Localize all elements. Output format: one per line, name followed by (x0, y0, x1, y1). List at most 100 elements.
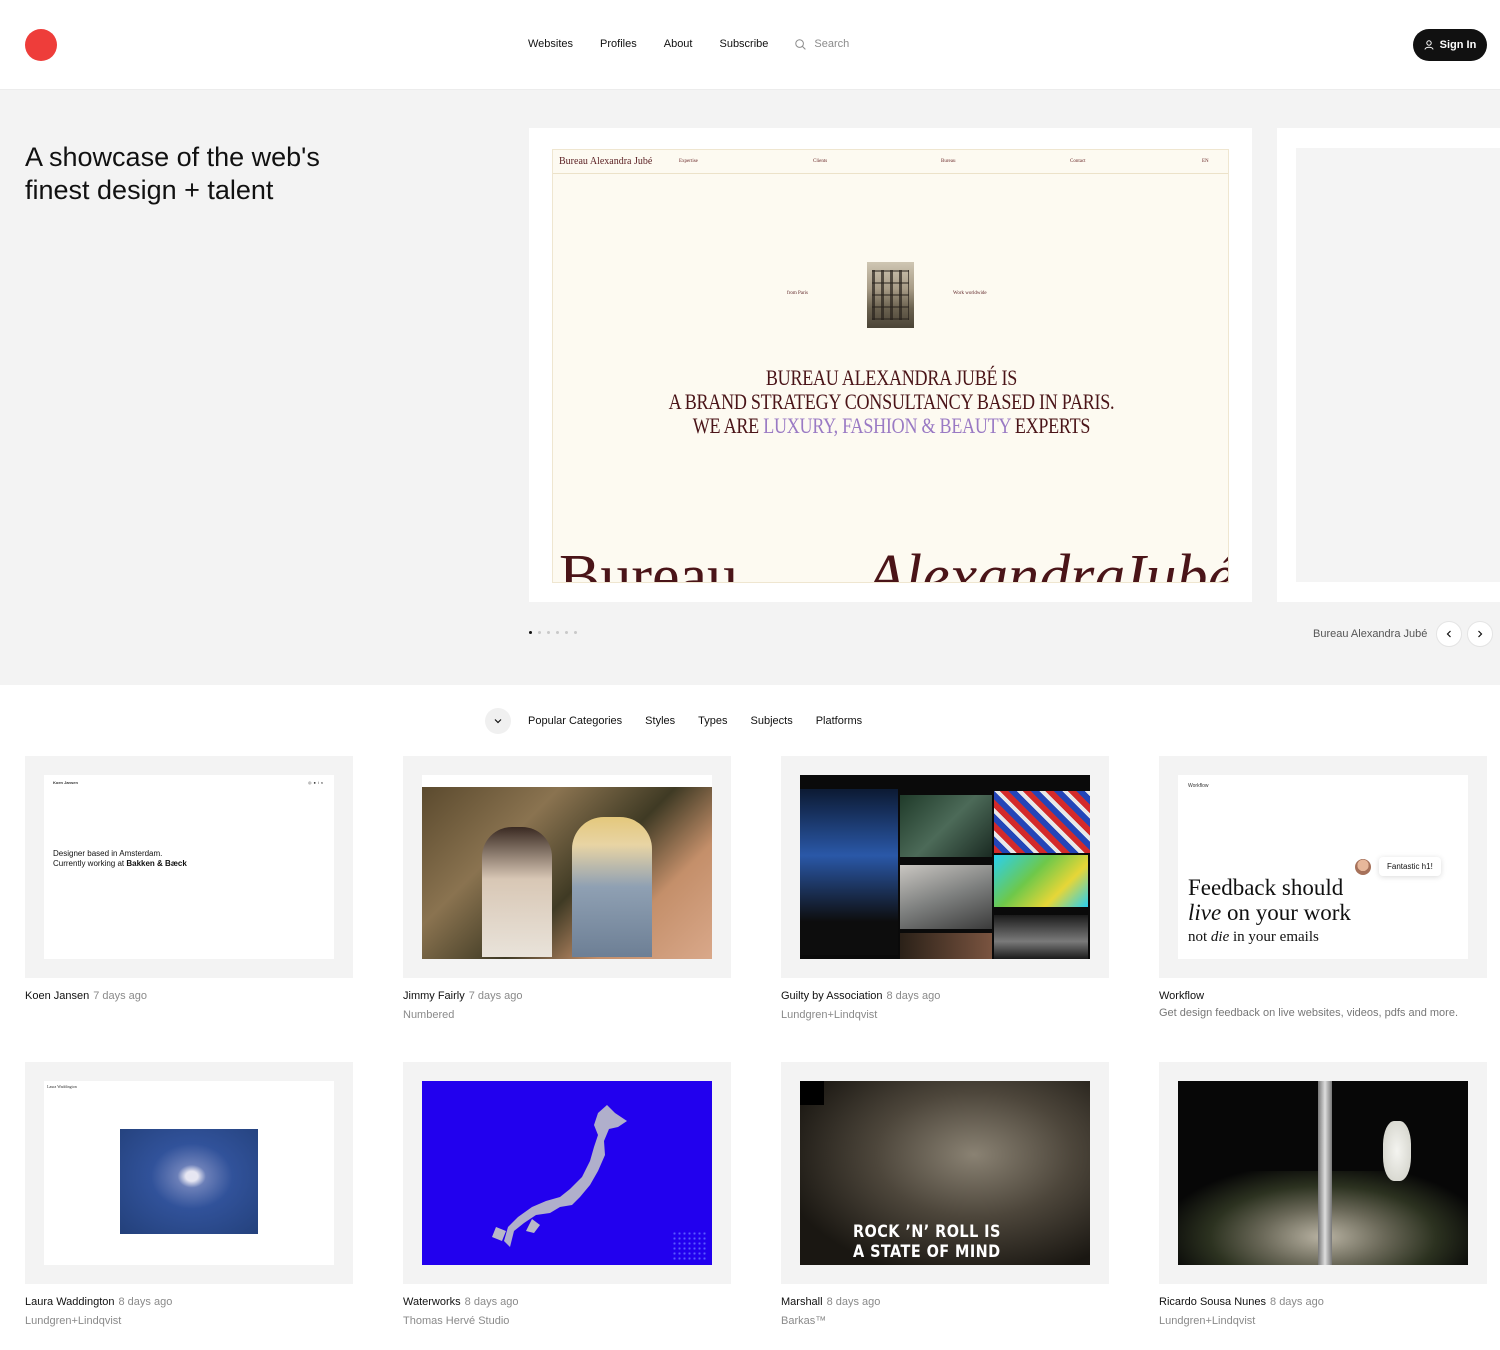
nav-profiles[interactable]: Profiles (600, 38, 637, 50)
featured-nav-item: Expertise (679, 159, 698, 164)
slide-dot[interactable] (574, 631, 577, 634)
featured-nav-item: Clients (813, 159, 828, 164)
collage-photo (994, 791, 1090, 853)
next-slide-button[interactable] (1467, 621, 1493, 647)
card-meta: Guilty by Association 8 days ago Lundgren… (781, 990, 1109, 1021)
wordmark-word: Bureau (559, 543, 739, 583)
site-card[interactable]: Koen Jansen ◎●in Designer based in Amste… (25, 756, 353, 1002)
card-date: 7 days ago (468, 990, 523, 1002)
site-card[interactable]: Workflow Fantastic h1! Feedback should l… (1159, 756, 1487, 1019)
featured-from-label: from Paris (787, 291, 808, 296)
wordmark-word: Jubé (1118, 543, 1229, 583)
search-input[interactable]: Search (795, 38, 849, 50)
social-icons: ◎●in (308, 780, 326, 785)
card-agency[interactable]: Lundgren+Lindqvist (25, 1315, 353, 1327)
card-agency[interactable]: Numbered (403, 1009, 731, 1021)
collage-photo (900, 795, 992, 857)
model-figure (572, 817, 652, 957)
card-title[interactable]: Workflow (1159, 990, 1204, 1002)
next-slide-preview[interactable] (1277, 128, 1500, 602)
collage-photo (800, 789, 898, 955)
filter-toggle-button[interactable] (485, 708, 511, 734)
filter-types[interactable]: Types (698, 715, 727, 727)
still-life-column (1318, 1081, 1332, 1265)
headline-text: on your work (1221, 900, 1351, 925)
featured-nav-item: EN (1202, 159, 1209, 164)
site-logo[interactable] (25, 29, 57, 61)
card-thumbnail[interactable] (781, 756, 1109, 978)
featured-slide[interactable]: Bureau Alexandra Jubé Expertise Clients … (529, 128, 1252, 602)
site-card[interactable]: Guilty by Association 8 days ago Lundgren… (781, 756, 1109, 1021)
filter-styles[interactable]: Styles (645, 715, 675, 727)
card-title[interactable]: Waterworks (403, 1296, 461, 1308)
slide-dot[interactable] (529, 631, 532, 634)
collage-photo (994, 915, 1088, 959)
card-date: 7 days ago (93, 990, 148, 1002)
card-thumbnail[interactable]: Workflow Fantastic h1! Feedback should l… (1159, 756, 1487, 978)
card-agency[interactable]: Thomas Hervé Studio (403, 1315, 731, 1327)
koen-bio: Designer based in Amsterdam. Currently w… (53, 849, 187, 869)
slide-dot[interactable] (556, 631, 559, 634)
card-title[interactable]: Guilty by Association (781, 990, 883, 1002)
slide-dot[interactable] (538, 631, 541, 634)
filter-popular-categories[interactable]: Popular Categories (528, 715, 622, 727)
card-meta: Marshall 8 days ago Barkas™ (781, 1296, 1109, 1327)
eyewear-photo (422, 787, 712, 959)
ricardo-sousa-nunes-screenshot (1178, 1081, 1468, 1265)
bio-text: Currently working at (53, 859, 127, 868)
category-filters: Popular Categories Styles Types Subjects… (485, 708, 885, 734)
card-title[interactable]: Laura Waddington (25, 1296, 115, 1308)
still-life-flower (1383, 1121, 1411, 1181)
user-icon (1424, 40, 1434, 50)
card-thumbnail[interactable] (1159, 1062, 1487, 1284)
nav-about[interactable]: About (664, 38, 693, 50)
site-header: Websites Profiles About Subscribe Search… (0, 0, 1500, 90)
guilty-by-association-screenshot (800, 775, 1090, 959)
card-agency[interactable]: Lundgren+Lindqvist (781, 1009, 1109, 1021)
headline-text: EXPERTS (1010, 413, 1091, 438)
card-thumbnail[interactable] (403, 756, 731, 978)
card-title[interactable]: Jimmy Fairly (403, 990, 465, 1002)
card-thumbnail[interactable]: ROCK ’N’ ROLL IS A STATE OF MIND (781, 1062, 1109, 1284)
site-card[interactable]: ROCK ’N’ ROLL IS A STATE OF MIND Marshal… (781, 1062, 1109, 1327)
search-icon (795, 38, 807, 50)
card-date: 8 days ago (886, 990, 941, 1002)
featured-worldwide-label: Work worldwide (953, 291, 987, 296)
collage-photo (900, 865, 992, 929)
workflow-screenshot: Workflow Fantastic h1! Feedback should l… (1178, 775, 1468, 959)
prev-slide-button[interactable] (1436, 621, 1462, 647)
bio-employer: Bakken & Bæck (126, 859, 187, 868)
site-card[interactable]: Waterworks 8 days ago Thomas Hervé Studio (403, 1062, 731, 1327)
card-agency[interactable]: Lundgren+Lindqvist (1159, 1315, 1487, 1327)
card-title[interactable]: Ricardo Sousa Nunes (1159, 1296, 1266, 1308)
site-card[interactable]: Jimmy Fairly 7 days ago Numbered (403, 756, 731, 1021)
card-agency[interactable]: Barkas™ (781, 1315, 1109, 1327)
main-nav: Websites Profiles About Subscribe Search (528, 38, 849, 50)
headline-text: not (1188, 929, 1211, 945)
featured-screenshot: Bureau Alexandra Jubé Expertise Clients … (552, 149, 1229, 583)
sign-in-button[interactable]: Sign In (1413, 29, 1487, 61)
card-date: 8 days ago (464, 1296, 519, 1308)
card-meta: Koen Jansen 7 days ago (25, 990, 353, 1002)
waterworks-screenshot (422, 1081, 712, 1265)
nav-subscribe[interactable]: Subscribe (719, 38, 768, 50)
filter-platforms[interactable]: Platforms (816, 715, 862, 727)
thumb-nav-bar (422, 775, 712, 787)
jimmy-fairly-screenshot (422, 775, 712, 959)
nav-websites[interactable]: Websites (528, 38, 573, 50)
card-thumbnail[interactable]: Koen Jansen ◎●in Designer based in Amste… (25, 756, 353, 978)
slide-caption[interactable]: Bureau Alexandra Jubé (1313, 628, 1427, 640)
site-card[interactable]: Laura Waddington Laura Waddington 8 days … (25, 1062, 353, 1327)
card-title[interactable]: Marshall (781, 1296, 823, 1308)
slide-dot[interactable] (547, 631, 550, 634)
building-photo (867, 262, 914, 328)
comment-bubble: Fantastic h1! (1379, 857, 1441, 876)
card-meta: Ricardo Sousa Nunes 8 days ago Lundgren+L… (1159, 1296, 1487, 1327)
card-thumbnail[interactable]: Laura Waddington (25, 1062, 353, 1284)
filter-subjects[interactable]: Subjects (751, 715, 793, 727)
card-title[interactable]: Koen Jansen (25, 990, 89, 1002)
site-card[interactable]: Ricardo Sousa Nunes 8 days ago Lundgren+L… (1159, 1062, 1487, 1327)
avatar (1355, 859, 1371, 875)
card-thumbnail[interactable] (403, 1062, 731, 1284)
slide-dot[interactable] (565, 631, 568, 634)
